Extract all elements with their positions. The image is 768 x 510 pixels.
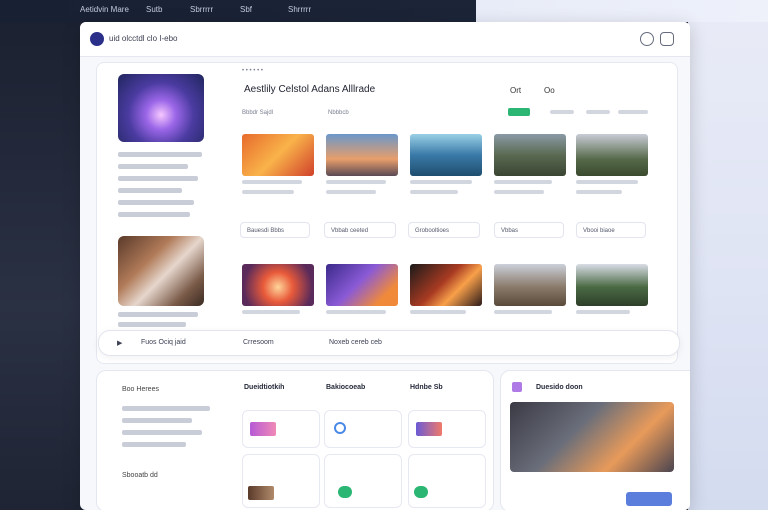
primary-button[interactable] — [508, 108, 530, 116]
topbar-item[interactable]: Sbf — [240, 5, 252, 14]
text-line — [242, 190, 294, 194]
chat-icon[interactable] — [660, 32, 674, 46]
thumbnail — [416, 422, 442, 436]
text-line — [576, 180, 638, 184]
card-image[interactable] — [576, 134, 648, 176]
card-image[interactable] — [326, 134, 398, 176]
widget-card[interactable] — [324, 454, 402, 508]
text-line — [576, 190, 622, 194]
brand-title: uid olcctdl clo I-ebo — [109, 34, 178, 43]
text-line — [118, 212, 190, 217]
left-label: Boo Herees — [122, 386, 159, 393]
text-line — [550, 110, 574, 114]
topbar-item[interactable]: Sutb — [146, 5, 162, 14]
card-image[interactable] — [494, 134, 566, 176]
text-line — [122, 430, 202, 435]
text-line — [326, 190, 376, 194]
card-tag[interactable]: Bauesdi Bbbs — [240, 222, 310, 238]
text-line — [586, 110, 610, 114]
app-window: uid olcctdl clo I-ebo • • • • • • Aestli… — [80, 22, 690, 510]
featured-image-1[interactable] — [118, 74, 204, 142]
text-line — [576, 310, 630, 314]
preview-icon — [512, 382, 522, 392]
preview-image[interactable] — [510, 402, 674, 472]
text-line — [118, 322, 186, 327]
text-line — [410, 180, 472, 184]
background-left — [0, 0, 80, 510]
background-right — [688, 0, 768, 510]
topbar-item[interactable]: Aetidvin Mare — [80, 5, 129, 14]
logo-icon — [90, 32, 104, 46]
text-line — [122, 406, 210, 411]
card-image[interactable] — [494, 264, 566, 306]
thumbnail — [250, 422, 276, 436]
card-image[interactable] — [242, 264, 314, 306]
card-image[interactable] — [410, 264, 482, 306]
play-icon[interactable]: ▶ — [117, 339, 122, 347]
action-button[interactable] — [626, 492, 672, 506]
text-line — [118, 164, 188, 169]
chart-icon — [334, 422, 346, 434]
text-line — [122, 442, 186, 447]
search-icon[interactable] — [640, 32, 654, 46]
search-bar[interactable]: ▶ Fuos Ociq jaid Crresoom Noxeb cereb ce… — [98, 330, 680, 356]
card-tag[interactable]: Vbbas — [494, 222, 564, 238]
bar-label: Crresoom — [243, 339, 274, 346]
window-header: uid olcctdl clo I-ebo — [80, 22, 690, 57]
text-line — [122, 418, 192, 423]
topbar-item[interactable]: Shrrrrr — [288, 5, 311, 14]
card-image[interactable] — [576, 264, 648, 306]
text-line — [326, 310, 386, 314]
left-label: Sbooatb dd — [122, 472, 158, 479]
topbar-item[interactable]: Sbrrrrr — [190, 5, 213, 14]
tab-1[interactable]: Ort — [510, 86, 521, 95]
text-line — [242, 310, 300, 314]
text-line — [494, 310, 552, 314]
section-title: Bakiocoeab — [326, 384, 366, 391]
text-line — [118, 200, 194, 205]
page-title: Aestlily Celstol Adans Alllrade — [244, 84, 376, 95]
card-image[interactable] — [410, 134, 482, 176]
bar-label: Noxeb cereb ceb — [329, 339, 382, 346]
text-line — [494, 190, 544, 194]
section-title: Duesido doon — [536, 384, 583, 391]
status-dot — [414, 486, 428, 498]
status-dot — [338, 486, 352, 498]
section-title: Hdnbe Sb — [410, 384, 443, 391]
text-line — [618, 110, 648, 114]
bar-label: Fuos Ociq jaid — [141, 339, 186, 346]
featured-image-2[interactable] — [118, 236, 204, 306]
thumbnail — [248, 486, 274, 500]
text-line — [410, 310, 466, 314]
breadcrumb: • • • • • • — [242, 68, 263, 74]
card-tag[interactable]: Grobooltioes — [408, 222, 480, 238]
text-line — [494, 180, 552, 184]
text-line — [118, 152, 202, 157]
tab-2[interactable]: Oo — [544, 86, 555, 95]
text-line — [118, 188, 182, 193]
text-line — [118, 176, 198, 181]
text-line — [410, 190, 458, 194]
card-tag[interactable]: Vbooi biaoe — [576, 222, 646, 238]
sub-label: Nbbbcb — [328, 110, 349, 116]
card-image[interactable] — [326, 264, 398, 306]
text-line — [326, 180, 386, 184]
section-title: Dueidtiotkih — [244, 384, 285, 391]
widget-card[interactable] — [408, 454, 486, 508]
card-tag[interactable]: Vbbab ceeted — [324, 222, 396, 238]
card-image[interactable] — [242, 134, 314, 176]
sub-label: Bbbdr Sajdl — [242, 110, 274, 116]
text-line — [242, 180, 302, 184]
top-menu-bar: Aetidvin Mare Sutb Sbrrrrr Sbf Shrrrrr — [0, 0, 768, 22]
text-line — [118, 312, 198, 317]
